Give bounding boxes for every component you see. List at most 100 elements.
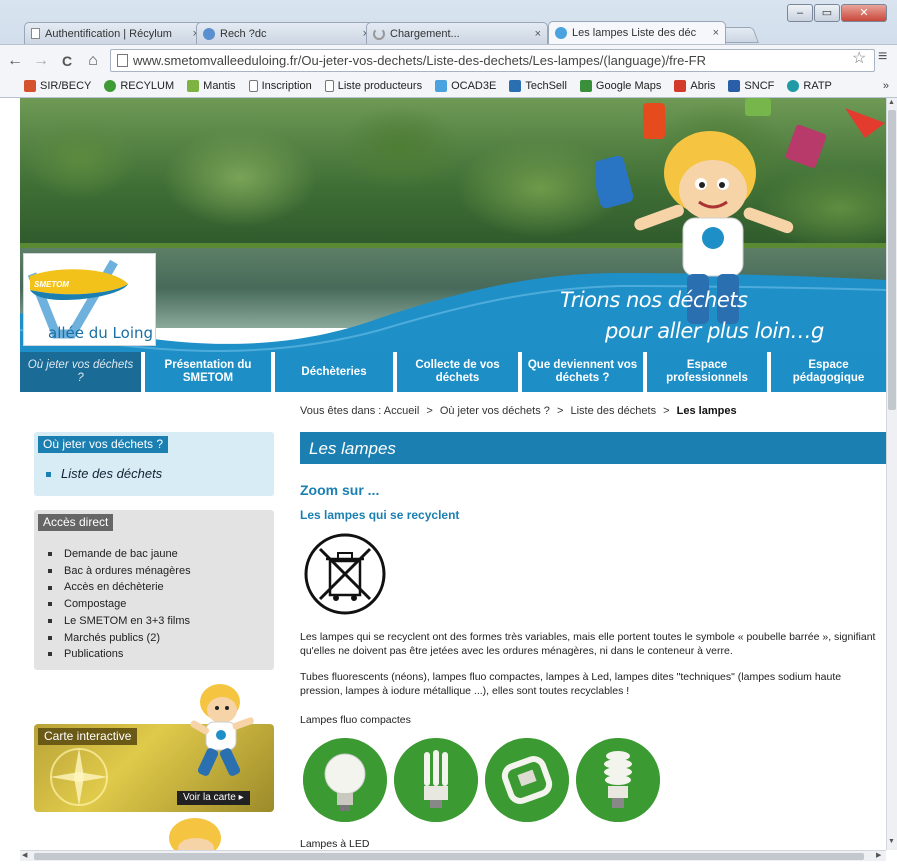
content-paragraph-1: Les lampes qui se recyclent ont des form…: [300, 631, 876, 657]
minimize-button[interactable]: –: [787, 4, 813, 22]
horizontal-scrollbar[interactable]: ◀ ▶: [20, 850, 886, 861]
list-item[interactable]: Marchés publics (2): [48, 630, 191, 647]
section-lampes-led: Lampes à LED: [300, 838, 370, 850]
close-window-button[interactable]: ✕: [841, 4, 887, 22]
nav-collecte[interactable]: Collecte de vos déchets: [397, 352, 522, 392]
window-frame-bottom: [0, 861, 897, 867]
tab-close-icon[interactable]: ×: [713, 27, 719, 39]
list-item[interactable]: Bac à ordures ménagères: [48, 563, 191, 580]
nav-que-deviennent[interactable]: Que deviennent vos déchets ?: [522, 352, 647, 392]
sidebar-ou-jeter: Où jeter vos déchets ? Liste des déchets: [34, 432, 274, 496]
bullet-icon: [48, 552, 52, 557]
list-item[interactable]: Le SMETOM en 3+3 films: [48, 613, 191, 630]
breadcrumb-link-accueil[interactable]: Accueil: [384, 405, 419, 417]
bookmark-icon: [104, 80, 117, 92]
loading-icon: [373, 27, 385, 40]
page-icon: [31, 28, 40, 39]
logo-text-bottom: allée du Loing: [48, 324, 154, 342]
address-bar[interactable]: www.smetomvalleeduloing.fr/Ou-jeter-vos-…: [110, 49, 875, 72]
sidebar-item-liste-des-dechets[interactable]: Liste des déchets: [46, 466, 162, 481]
breadcrumb-link-liste[interactable]: Liste des déchets: [570, 405, 656, 417]
vertical-scrollbar-thumb[interactable]: [888, 110, 896, 410]
bookmark-star-icon[interactable]: ☆: [852, 48, 866, 68]
square-tube-bulb-icon[interactable]: [485, 738, 569, 822]
browser-chrome: Authentification | Récylum × Rech ?dc × …: [0, 0, 897, 98]
bookmark-label: SIR/BECY: [40, 80, 92, 92]
bookmark-ratp[interactable]: RATP: [787, 80, 832, 92]
bookmark-recylum[interactable]: RECYLUM: [104, 80, 174, 92]
logo-text-top: SMETOM: [34, 280, 69, 289]
back-button[interactable]: ←: [4, 50, 26, 72]
scroll-right-arrow-icon[interactable]: ▶: [876, 851, 881, 859]
bookmark-icon: [435, 80, 448, 92]
crossed-out-bin-icon: [304, 533, 386, 615]
bookmarks-overflow-icon[interactable]: »: [883, 80, 889, 92]
menu-icon[interactable]: ≡: [878, 48, 887, 66]
nav-espace-pro[interactable]: Espace professionnels: [647, 352, 771, 392]
list-item[interactable]: Accès en déchèterie: [48, 579, 191, 596]
bookmarks-bar: SIR/BECY RECYLUM Mantis Inscription List…: [0, 75, 897, 98]
bookmark-label: RATP: [803, 80, 832, 92]
bookmark-techsell[interactable]: TechSell: [509, 80, 567, 92]
nav-ou-jeter[interactable]: Où jeter vos déchets ?: [20, 352, 145, 392]
sidebar-acces-direct: Accès direct Demande de bac jaune Bac à …: [34, 510, 274, 670]
sidebar-ou-jeter-title[interactable]: Où jeter vos déchets ?: [38, 436, 169, 453]
list-item[interactable]: Demande de bac jaune: [48, 546, 191, 563]
bookmark-icon: [728, 80, 741, 92]
bookmark-ocad3e[interactable]: OCAD3E: [435, 80, 496, 92]
scroll-down-arrow-icon[interactable]: ▼: [888, 838, 895, 845]
scroll-left-arrow-icon[interactable]: ◀: [22, 851, 27, 859]
nav-espace-pedagogique[interactable]: Espace pédagogique: [771, 352, 886, 392]
nav-decheteries[interactable]: Déchèteries: [275, 352, 397, 392]
acces-item-label: Accès en déchèterie: [64, 581, 164, 594]
bookmark-label: RECYLUM: [120, 80, 175, 92]
bookmark-liste-producteurs[interactable]: Liste producteurs: [324, 80, 423, 92]
bullet-icon: [46, 472, 51, 478]
bookmark-google-maps[interactable]: Google Maps: [579, 80, 661, 92]
list-item[interactable]: Compostage: [48, 596, 191, 613]
bullet-icon: [48, 652, 52, 657]
page-title: Les lampes: [300, 432, 886, 464]
url-text: www.smetomvalleeduloing.fr/Ou-jeter-vos-…: [133, 53, 706, 68]
list-item[interactable]: Publications: [48, 646, 191, 663]
bookmark-inscription[interactable]: Inscription: [248, 80, 312, 92]
home-button[interactable]: ⌂: [82, 50, 104, 72]
bookmark-label: Liste producteurs: [337, 80, 423, 92]
reload-button[interactable]: C: [56, 50, 78, 72]
acces-item-label: Marchés publics (2): [64, 631, 160, 644]
bullet-icon: [48, 568, 52, 573]
bookmark-sncf[interactable]: SNCF: [728, 80, 774, 92]
bookmark-label: Abris: [690, 80, 716, 92]
voir-la-carte-button[interactable]: Voir la carte ▸: [177, 791, 250, 805]
breadcrumb-separator: >: [426, 405, 433, 417]
tube-bulb-icon[interactable]: [394, 738, 478, 822]
globe-bulb-icon[interactable]: [303, 738, 387, 822]
scroll-up-arrow-icon[interactable]: ▲: [888, 99, 895, 106]
tab-close-icon[interactable]: ×: [535, 28, 541, 40]
tab-les-lampes[interactable]: Les lampes Liste des déc ×: [548, 21, 726, 44]
page-icon: [324, 80, 334, 92]
acces-item-label: Publications: [64, 648, 124, 661]
tab-authentification[interactable]: Authentification | Récylum ×: [24, 22, 206, 44]
browser-toolbar: ← → C ⌂ www.smetomvalleeduloing.fr/Ou-je…: [0, 44, 897, 75]
tab-chargement[interactable]: Chargement... ×: [366, 22, 548, 44]
forward-button[interactable]: →: [30, 50, 52, 72]
bookmark-abris[interactable]: Abris: [674, 80, 715, 92]
horizontal-scrollbar-thumb[interactable]: [34, 853, 864, 860]
bookmark-label: Inscription: [261, 80, 312, 92]
vertical-scrollbar[interactable]: ▲ ▼: [886, 98, 897, 850]
breadcrumb-link-ou-jeter[interactable]: Où jeter vos déchets ?: [440, 405, 550, 417]
bookmark-sir-becy[interactable]: SIR/BECY: [24, 80, 91, 92]
restore-button[interactable]: ▭: [814, 4, 840, 22]
tab-recherche[interactable]: Rech ?dc ×: [196, 22, 376, 44]
map-icon: [579, 80, 592, 92]
zoom-heading: Zoom sur ...: [300, 482, 380, 498]
nav-presentation[interactable]: Présentation du SMETOM: [145, 352, 275, 392]
bookmark-mantis[interactable]: Mantis: [187, 80, 236, 92]
smetom-logo[interactable]: SMETOM allée du Loing: [23, 253, 156, 346]
section-lampes-fluo-compactes: Lampes fluo compactes: [300, 714, 411, 726]
breadcrumb-current: Les lampes: [676, 405, 737, 417]
tab-title: Rech ?dc: [220, 27, 267, 40]
spiral-bulb-icon[interactable]: [576, 738, 660, 822]
site-banner: Trions nos déchets pour aller plus loin……: [20, 98, 886, 352]
